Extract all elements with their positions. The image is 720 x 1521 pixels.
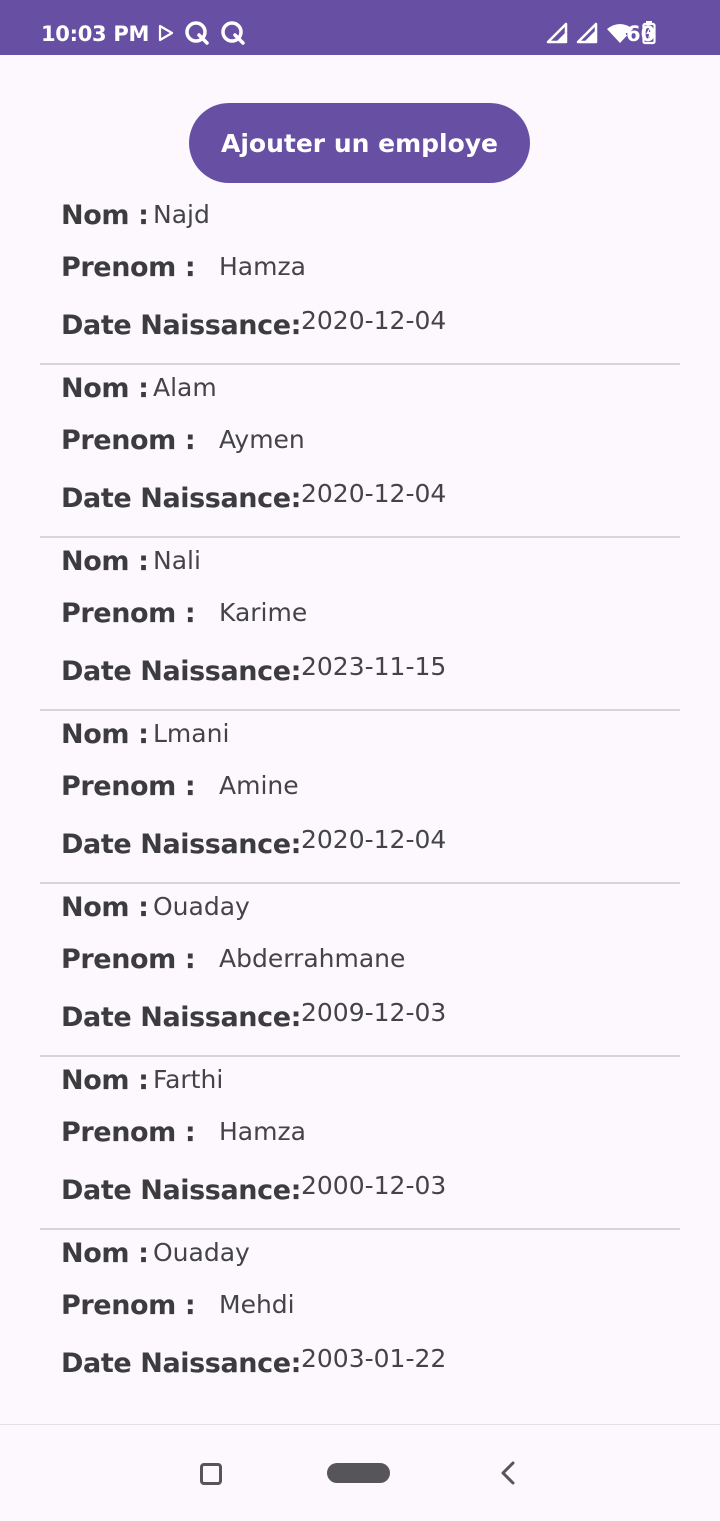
recents-icon[interactable] — [200, 1463, 222, 1485]
signal-icon — [546, 22, 568, 49]
nom-value: Nali — [153, 546, 201, 575]
nom-value: Ouaday — [153, 892, 250, 921]
prenom-value: Amine — [219, 771, 299, 800]
back-icon[interactable] — [498, 1460, 518, 1491]
date-naissance-value: 2003-01-22 — [301, 1344, 447, 1373]
prenom-label: Prenom : — [61, 771, 196, 802]
nom-label: Nom : — [61, 1238, 149, 1269]
prenom-value: Hamza — [219, 252, 306, 281]
prenom-value: Hamza — [219, 1117, 306, 1146]
nom-label: Nom : — [61, 200, 149, 231]
prenom-label: Prenom : — [61, 598, 196, 629]
date-naissance-value: 2009-12-03 — [301, 998, 447, 1027]
nom-label: Nom : — [61, 892, 149, 923]
nom-label: Nom : — [61, 719, 149, 750]
date-naissance-value: 2020-12-04 — [301, 825, 447, 854]
signal-icon — [576, 22, 598, 49]
employee-item: Nom : Farthi Prenom : Hamza Date Naissance: 2… — [40, 1057, 680, 1230]
prenom-label: Prenom : — [61, 1117, 196, 1148]
status-time: 10:03 PM — [41, 22, 150, 46]
date-naissance-label: Date Naissance: — [61, 310, 302, 341]
q-app-icon — [220, 20, 246, 51]
employee-list: Nom : Najd Prenom : Hamza Date Naissance: 202… — [40, 192, 680, 1403]
navigation-bar — [0, 1424, 720, 1521]
nom-label: Nom : — [61, 546, 149, 577]
status-bar: 10:03 PM 60 — [0, 0, 720, 55]
nom-label: Nom : — [61, 373, 149, 404]
add-employee-button[interactable]: Ajouter un employe — [189, 103, 530, 183]
nom-label: Nom : — [61, 1065, 149, 1096]
date-naissance-label: Date Naissance: — [61, 1002, 302, 1033]
employee-item: Nom : Nali Prenom : Karime Date Naissance: 20… — [40, 538, 680, 711]
employee-item: Nom : Ouaday Prenom : Mehdi Date Naissance: 2… — [40, 1230, 680, 1403]
prenom-label: Prenom : — [61, 1290, 196, 1321]
date-naissance-value: 2020-12-04 — [301, 479, 447, 508]
play-store-icon — [158, 24, 174, 47]
prenom-value: Abderrahmane — [219, 944, 406, 973]
nom-value: Lmani — [153, 719, 230, 748]
nom-value: Farthi — [153, 1065, 224, 1094]
nom-value: Ouaday — [153, 1238, 250, 1267]
date-naissance-label: Date Naissance: — [61, 829, 302, 860]
q-app-icon — [184, 20, 210, 51]
date-naissance-label: Date Naissance: — [61, 656, 302, 687]
battery-level: 60 — [626, 22, 656, 46]
date-naissance-label: Date Naissance: — [61, 483, 302, 514]
date-naissance-value: 2023-11-15 — [301, 652, 447, 681]
prenom-label: Prenom : — [61, 944, 196, 975]
date-naissance-label: Date Naissance: — [61, 1175, 302, 1206]
prenom-value: Mehdi — [219, 1290, 295, 1319]
prenom-label: Prenom : — [61, 425, 196, 456]
prenom-value: Aymen — [219, 425, 305, 454]
employee-item: Nom : Najd Prenom : Hamza Date Naissance: 202… — [40, 192, 680, 365]
date-naissance-value: 2000-12-03 — [301, 1171, 447, 1200]
notification-icons — [158, 20, 246, 51]
prenom-label: Prenom : — [61, 252, 196, 283]
employee-item: Nom : Alam Prenom : Aymen Date Naissance: 202… — [40, 365, 680, 538]
prenom-value: Karime — [219, 598, 308, 627]
nom-value: Alam — [153, 373, 217, 402]
nom-value: Najd — [153, 200, 210, 229]
home-pill-icon[interactable] — [327, 1463, 390, 1483]
date-naissance-label: Date Naissance: — [61, 1348, 302, 1379]
date-naissance-value: 2020-12-04 — [301, 306, 447, 335]
employee-item: Nom : Lmani Prenom : Amine Date Naissance: 20… — [40, 711, 680, 884]
employee-item: Nom : Ouaday Prenom : Abderrahmane Date Nais… — [40, 884, 680, 1057]
